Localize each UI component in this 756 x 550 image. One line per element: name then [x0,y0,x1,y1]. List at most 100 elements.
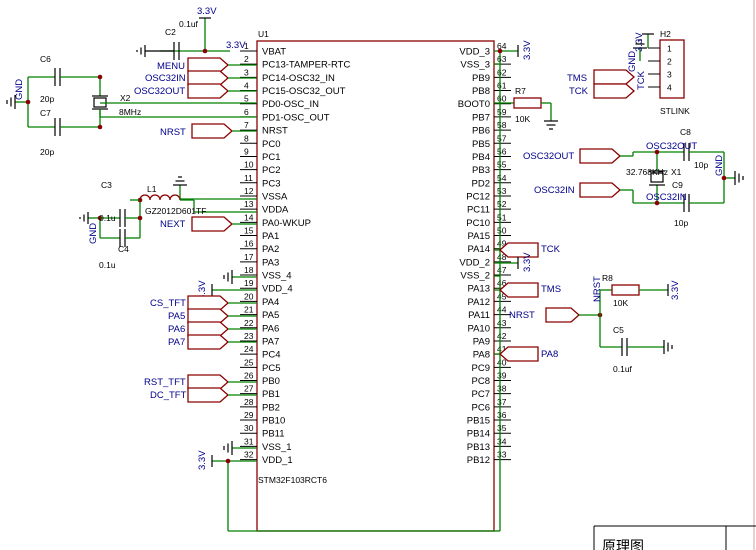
vdd3-power-label: 3.3V [522,40,533,60]
mcu-pin-name: PC4 [262,350,280,361]
x1-osc32in-label: OSC32IN [646,192,687,203]
port-dc-tft[interactable]: DC_TFT [150,387,257,403]
port-cs-tft-label: CS_TFT [150,298,186,309]
mcu-pin-name: PB2 [262,402,280,413]
mcu-pin-number: 17 [244,252,254,262]
mcu-pin-name: PC5 [262,363,280,374]
mcu-u1[interactable]: U1 STM32F103RCT6 1VBAT2PC13-TAMPER-RTC3P… [240,29,511,532]
stlink-header-h2[interactable]: H2 STLINK 1 2 3 4 3.3V GND TMS TCK TCK [567,29,690,116]
c6-ref: C6 [40,54,51,64]
mcu-pin-number: 12 [244,186,254,196]
port-rst-tft-label: RST_TFT [144,377,186,388]
h2-ref: H2 [660,29,671,39]
hse-gnd-label: GND [14,79,25,100]
c7-ref: C7 [40,108,51,118]
mcu-pin-name: PB13 [467,442,490,453]
r8-nrst-label: NRST [592,276,603,302]
mcu-pin-name: PA5 [262,310,279,321]
mcu-pin-name: PB5 [472,139,490,150]
mcu-pin-name: PB10 [262,416,285,427]
lse-oscillator[interactable]: OSC32OUT OSC32IN 32.768KHz X1 C8 10p C9 … [523,127,744,228]
mcu-pin-name: PC6 [472,402,490,413]
mcu-pin-number: 4 [244,81,249,91]
mcu-pin-number: 23 [244,331,254,341]
r8-ref: R8 [602,273,613,283]
mcu-pin-number: 19 [244,278,254,288]
mcu-pin-name: PB14 [467,429,490,440]
mcu-pin-name: PC0 [262,139,280,150]
mcu-pin-name: PC15-OSC32_OUT [262,86,346,97]
mcu-pin-number: 13 [244,199,254,209]
mcu-pin-name: PA4 [262,297,279,308]
h2-tck-label: TCK [569,86,589,97]
mcu-pin-name: VBAT [262,47,286,58]
mcu-pin-number: 29 [244,410,254,420]
mcu-pin-number: 6 [244,107,249,117]
mcu-pin-number: 24 [244,344,254,354]
mcu-pin-number: 20 [244,291,254,301]
r8-power-label: 3.3V [670,280,681,300]
c8-value: 10p [694,160,708,170]
mcu-pin-name: PC9 [472,363,490,374]
mcu-pin-number: 59 [497,107,507,117]
mcu-pin-number: 47 [497,265,507,275]
x2-value: 8MHz [119,107,141,117]
port-next[interactable]: NEXT [160,216,257,232]
mcu-pin-name: VSS_3 [460,60,490,71]
c4-value: 0.1u [99,260,116,270]
h2-pin-number: 1 [667,44,672,54]
r7-ref: R7 [515,86,526,96]
c3-value: 0.1u [99,213,116,223]
mcu-pin-number: 42 [497,331,507,341]
title-block-text: 原理图 [602,538,644,550]
mcu-pin-number: 56 [497,146,507,156]
mcu-pin-number: 27 [244,384,254,394]
mcu-part-number: STM32F103RCT6 [258,475,327,485]
x2-ref: X2 [120,93,131,103]
port-osc32out-left[interactable]: OSC32OUT [134,83,257,99]
port-rst-tft[interactable]: RST_TFT [144,374,257,390]
c9-value: 10p [674,218,688,228]
mcu-pin-name: PA8 [473,350,490,361]
port-nrst-left[interactable]: NRST [160,123,257,139]
port-tms-right-label: TMS [541,284,561,295]
mcu-pin-name: PA1 [262,231,279,242]
mcu-pin-name: VSS_2 [460,271,490,282]
c5-value: 0.1uf [613,364,633,374]
mcu-pin-number: 43 [497,318,507,328]
mcu-pin-name: PC12 [466,191,490,202]
port-menu-label: MENU [157,61,185,72]
mcu-pin-name: VDD_4 [262,284,293,295]
port-cs-tft[interactable]: CS_TFT [150,295,257,311]
mcu-pin-name: PB6 [472,126,490,137]
h2-power-label: 3.3V [634,32,645,52]
mcu-pin-number: 22 [244,318,254,328]
mcu-pin-number: 36 [497,410,507,420]
mcu-pin-name: PA15 [467,231,490,242]
mcu-pin-number: 21 [244,305,254,315]
mcu-pin-name: PA0-WKUP [262,218,311,229]
port-menu[interactable]: MENU [157,57,257,73]
mcu-pin-number: 25 [244,357,254,367]
mcu-pin-name: VDD_1 [262,455,293,466]
r7-value: 10K [515,114,530,124]
h2-pin-number: 2 [667,57,672,67]
mcu-pin-name: PC7 [472,389,490,400]
port-osc32out-left-label: OSC32OUT [134,86,185,97]
c2-capacitor[interactable]: C2 0.1uf 3.3V 3.3V [136,6,246,60]
vdd2-power-label: 3.3V [522,252,533,272]
mcu-pin-number: 35 [497,423,507,433]
mcu-pin-number: 33 [497,450,507,460]
mcu-pin-number: 54 [497,173,507,183]
mcu-designator: U1 [258,29,269,39]
c7-value: 20p [40,147,54,157]
mcu-pin-number: 7 [244,120,249,130]
h2-pin-number: 3 [667,70,672,80]
mcu-pin-name: VSS_1 [262,442,292,453]
port-tck-right-label: TCK [541,244,561,255]
port-nrst-right-label: NRST [509,310,535,321]
mcu-pin-name: VSSA [262,191,288,202]
mcu-pin-number: 11 [244,173,253,183]
vbat-net-label: 3.3V [226,40,246,51]
port-osc32in-left[interactable]: OSC32IN [145,70,257,86]
